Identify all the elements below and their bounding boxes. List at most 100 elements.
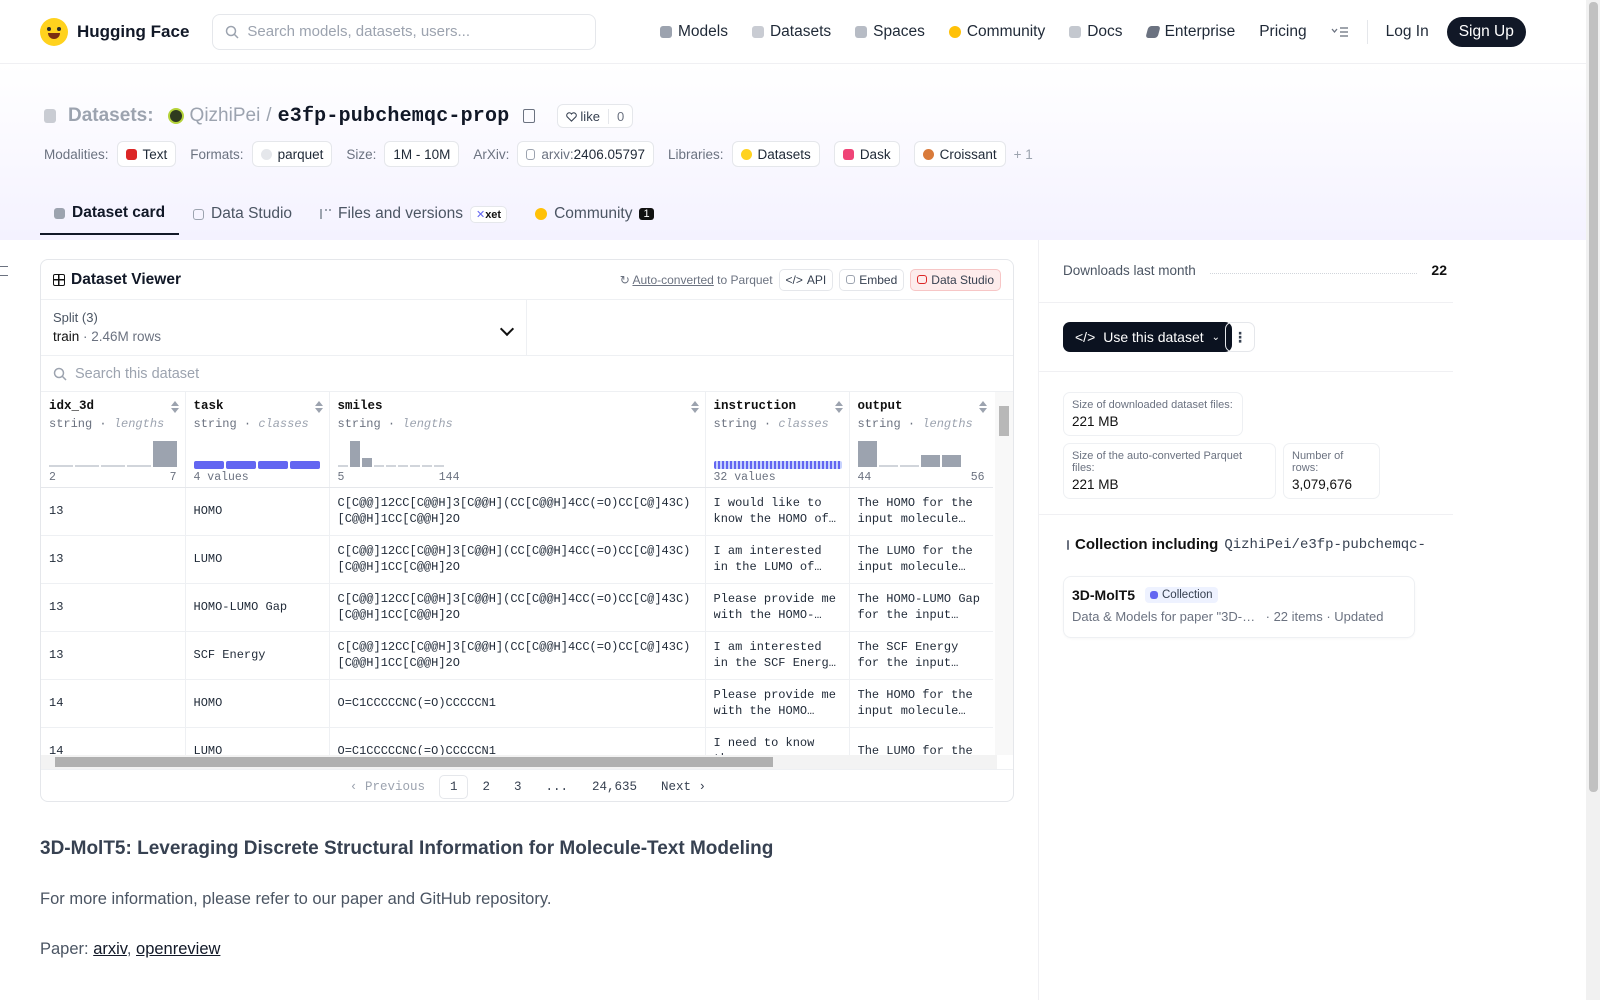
table-horizontal-scrollbar[interactable] xyxy=(41,755,997,769)
cell-output[interactable]: The HOMO for the input molecule is... xyxy=(849,487,993,536)
cell-idx-3d[interactable]: 13 xyxy=(41,487,186,536)
page-scrollbar[interactable] xyxy=(1586,0,1600,1000)
collection-card[interactable]: 3D-MolT5 Collection Data & Models for pa… xyxy=(1063,576,1415,638)
size-chip[interactable]: 1M - 10M xyxy=(384,141,460,167)
histogram-bar[interactable] xyxy=(421,464,432,467)
datasets-prefix[interactable]: Datasets: xyxy=(68,105,154,127)
histogram-bar[interactable] xyxy=(397,464,408,467)
cell-instruction[interactable]: I am interested in the SCF Energy of thi… xyxy=(705,631,850,680)
cell-instruction[interactable]: I need to know the xyxy=(705,727,850,755)
cell-output[interactable]: The HOMO-LUMO Gap for the input molecule… xyxy=(849,583,993,632)
logo[interactable]: Hugging Face xyxy=(40,17,189,46)
api-button[interactable]: </> API xyxy=(778,268,834,291)
cell-smiles[interactable]: O=C1CCCCCNC(=O)CCCCCN1 xyxy=(329,679,706,728)
cell-idx-3d[interactable]: 14 xyxy=(41,727,186,755)
cell-idx-3d[interactable]: 13 xyxy=(41,583,186,632)
nav-item-datasets[interactable]: Datasets xyxy=(751,23,831,41)
table-row[interactable]: 13 SCF Energy C[C@@]12CC[C@@H]3[C@@H](CC… xyxy=(41,631,993,680)
sort-icon[interactable] xyxy=(314,401,323,413)
table-row[interactable]: 13 HOMO-LUMO Gap C[C@@]12CC[C@@H]3[C@@H]… xyxy=(41,583,993,632)
histogram-bar[interactable] xyxy=(373,464,384,467)
cell-instruction[interactable]: Please provide me with the HOMO value. xyxy=(705,679,850,728)
dataset-name[interactable]: e3fp-pubchemqc-prop xyxy=(278,105,510,128)
histogram-bar[interactable] xyxy=(153,440,177,467)
histogram-bar[interactable] xyxy=(49,464,73,467)
histogram-bar[interactable] xyxy=(920,454,940,467)
auto-converted-note[interactable]: ↻ Auto-converted to Parquet xyxy=(620,273,773,287)
previous-page-button[interactable]: ‹ Previous xyxy=(340,776,435,798)
embed-button[interactable]: Embed xyxy=(839,268,905,291)
sort-icon[interactable] xyxy=(170,401,179,413)
cell-output[interactable]: The SCF Energy for the input molecule... xyxy=(849,631,993,680)
more-options-button[interactable]: ⋮ xyxy=(1225,322,1255,352)
histogram-bar[interactable] xyxy=(75,464,99,467)
nav-item-pricing[interactable]: Pricing xyxy=(1259,23,1306,41)
cell-task[interactable]: HOMO-LUMO Gap xyxy=(185,583,330,632)
global-search-input[interactable]: Search models, datasets, users... xyxy=(212,13,597,50)
column-header-instruction[interactable]: instruction string · classes 32 values xyxy=(705,392,850,488)
owner-avatar[interactable] xyxy=(167,108,184,124)
scrollbar-thumb[interactable] xyxy=(999,406,1009,436)
data-table-container[interactable]: idx_3d string · lengths 27 task string ·… xyxy=(41,392,993,755)
histogram-bar[interactable] xyxy=(127,464,151,467)
cell-task[interactable]: HOMO xyxy=(185,679,330,728)
nav-item-models[interactable]: Models xyxy=(660,23,728,41)
cell-idx-3d[interactable]: 14 xyxy=(41,679,186,728)
class-segment[interactable] xyxy=(257,460,288,469)
histogram-bar[interactable] xyxy=(899,464,919,467)
cell-instruction[interactable]: I would like to know the HOMO of this mo… xyxy=(705,487,850,536)
more-menu-button[interactable] xyxy=(1331,26,1349,38)
cell-output[interactable]: The HOMO for the input molecule is... xyxy=(849,679,993,728)
tab-files-and-versions[interactable]: Files and versions ✕xet xyxy=(306,193,521,235)
histogram-bar[interactable] xyxy=(941,454,961,467)
auto-converted-link[interactable]: Auto-converted xyxy=(632,273,713,287)
nav-item-docs[interactable]: Docs xyxy=(1069,23,1123,41)
column-header-smiles[interactable]: smiles string · lengths 5 144 xyxy=(329,392,706,488)
cell-smiles[interactable]: C[C@@]12CC[C@@H]3[C@@H](CC[C@@H]4CC(=O)C… xyxy=(329,487,706,536)
like-button[interactable]: like 0 xyxy=(557,104,634,128)
nav-item-spaces[interactable]: Spaces xyxy=(855,23,925,41)
histogram-bar[interactable] xyxy=(337,464,348,467)
arxiv-link[interactable]: arxiv xyxy=(93,940,127,958)
table-row[interactable]: 14 LUMO O=C1CCCCCNC(=O)CCCCCN1 I need to… xyxy=(41,727,993,755)
cell-smiles[interactable]: C[C@@]12CC[C@@H]3[C@@H](CC[C@@H]4CC(=O)C… xyxy=(329,631,706,680)
table-vertical-scrollbar[interactable] xyxy=(995,392,1013,755)
cell-smiles[interactable]: C[C@@]12CC[C@@H]3[C@@H](CC[C@@H]4CC(=O)C… xyxy=(329,583,706,632)
cell-instruction[interactable]: Please provide me with the HOMO-LUMO gap… xyxy=(705,583,850,632)
page-button-3[interactable]: 3 xyxy=(504,776,532,798)
histogram-bar[interactable] xyxy=(101,464,125,467)
arxiv-chip[interactable]: arxiv: 2406.05797 xyxy=(517,141,654,167)
split-selector[interactable]: Split (3) train · 2.46M rows xyxy=(41,300,527,355)
histogram-bar[interactable] xyxy=(433,464,444,467)
cell-instruction[interactable]: I am interested in the LUMO of this mole… xyxy=(705,535,850,584)
sort-icon[interactable] xyxy=(690,401,699,413)
table-row[interactable]: 13 HOMO C[C@@]12CC[C@@H]3[C@@H](CC[C@@H]… xyxy=(41,487,993,536)
cell-idx-3d[interactable]: 13 xyxy=(41,631,186,680)
tab-data-studio[interactable]: Data Studio xyxy=(179,193,306,235)
table-row[interactable]: 14 HOMO O=C1CCCCCNC(=O)CCCCCN1 Please pr… xyxy=(41,679,993,728)
use-this-dataset-button[interactable]: </> Use this dataset ⌄ xyxy=(1063,322,1233,352)
column-header-output[interactable]: output string · lengths 44 56 xyxy=(849,392,993,488)
cell-task[interactable]: LUMO xyxy=(185,727,330,755)
toc-toggle-icon[interactable] xyxy=(0,266,8,276)
tab-community[interactable]: Community 1 xyxy=(521,193,668,235)
scrollbar-thumb[interactable] xyxy=(55,757,773,767)
next-page-button[interactable]: Next › xyxy=(651,776,716,798)
login-link[interactable]: Log In xyxy=(1386,23,1429,41)
dataset-search-input[interactable]: Search this dataset xyxy=(41,356,1013,392)
modality-chip-text[interactable]: Text xyxy=(116,141,177,167)
class-segment[interactable] xyxy=(193,460,224,469)
cell-output[interactable]: The LUMO for the input molecule is... xyxy=(849,535,993,584)
class-segment[interactable] xyxy=(225,460,256,469)
histogram-bar[interactable] xyxy=(385,464,396,467)
cell-task[interactable]: LUMO xyxy=(185,535,330,584)
libraries-more[interactable]: + 1 xyxy=(1014,147,1033,162)
histogram-bar[interactable] xyxy=(349,440,360,467)
library-chip-dask[interactable]: Dask xyxy=(833,141,900,167)
page-button-2[interactable]: 2 xyxy=(472,776,500,798)
page-button-1[interactable]: 1 xyxy=(438,774,469,799)
histogram-bar[interactable] xyxy=(878,464,898,467)
cell-task[interactable]: SCF Energy xyxy=(185,631,330,680)
openreview-link[interactable]: openreview xyxy=(136,940,220,958)
histogram-bar[interactable] xyxy=(409,464,420,467)
